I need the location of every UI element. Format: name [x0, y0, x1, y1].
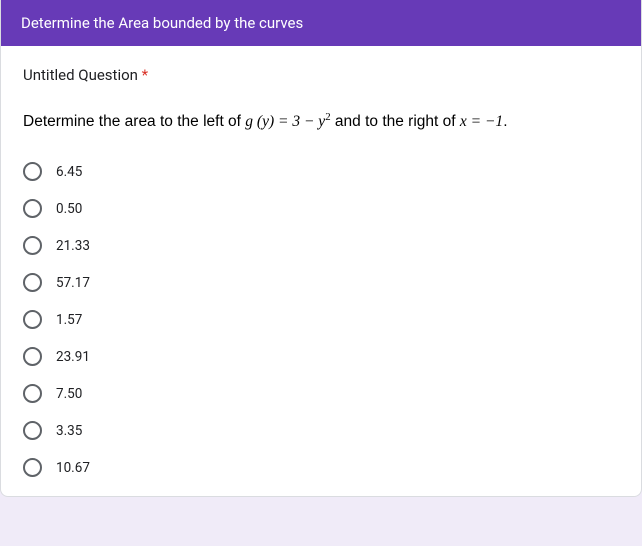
option-label: 1.57 — [56, 312, 82, 328]
option-row[interactable]: 1.57 — [23, 301, 619, 338]
question-title: Untitled Question * — [23, 66, 619, 84]
option-label: 0.50 — [56, 201, 82, 217]
form-header: Determine the Area bounded by the curves — [1, 0, 641, 46]
form-card: Determine the Area bounded by the curves… — [0, 0, 642, 497]
prompt-func: g (y) = 3 − y2 — [245, 113, 330, 130]
prompt-suffix: . — [503, 113, 507, 130]
option-label: 10.67 — [56, 460, 90, 476]
option-label: 57.17 — [56, 275, 90, 291]
option-row[interactable]: 0.50 — [23, 190, 619, 227]
radio-icon — [23, 236, 42, 255]
form-content: Untitled Question * Determine the area t… — [1, 46, 641, 496]
option-row[interactable]: 57.17 — [23, 264, 619, 301]
radio-icon — [23, 310, 42, 329]
prompt-var: x = −1 — [460, 113, 503, 130]
radio-icon — [23, 421, 42, 440]
radio-icon — [23, 162, 42, 181]
option-row[interactable]: 23.91 — [23, 338, 619, 375]
option-label: 23.91 — [56, 349, 90, 365]
radio-icon — [23, 347, 42, 366]
option-label: 21.33 — [56, 238, 90, 254]
option-row[interactable]: 3.35 — [23, 412, 619, 449]
radio-icon — [23, 384, 42, 403]
option-row[interactable]: 7.50 — [23, 375, 619, 412]
radio-icon — [23, 458, 42, 477]
question-prompt: Determine the area to the left of g (y) … — [23, 110, 619, 133]
option-row[interactable]: 21.33 — [23, 227, 619, 264]
radio-icon — [23, 199, 42, 218]
option-label: 7.50 — [56, 386, 82, 402]
option-label: 3.35 — [56, 423, 82, 439]
radio-icon — [23, 273, 42, 292]
option-row[interactable]: 10.67 — [23, 449, 619, 486]
prompt-mid: and to the right of — [331, 113, 460, 130]
option-row[interactable]: 6.45 — [23, 153, 619, 190]
prompt-prefix: Determine the area to the left of — [23, 113, 245, 130]
form-header-title: Determine the Area bounded by the curves — [21, 14, 303, 32]
options-group: 6.45 0.50 21.33 57.17 1.57 23.91 — [23, 153, 619, 486]
required-indicator: * — [142, 66, 148, 84]
question-title-text: Untitled Question — [23, 66, 138, 84]
option-label: 6.45 — [56, 164, 82, 180]
